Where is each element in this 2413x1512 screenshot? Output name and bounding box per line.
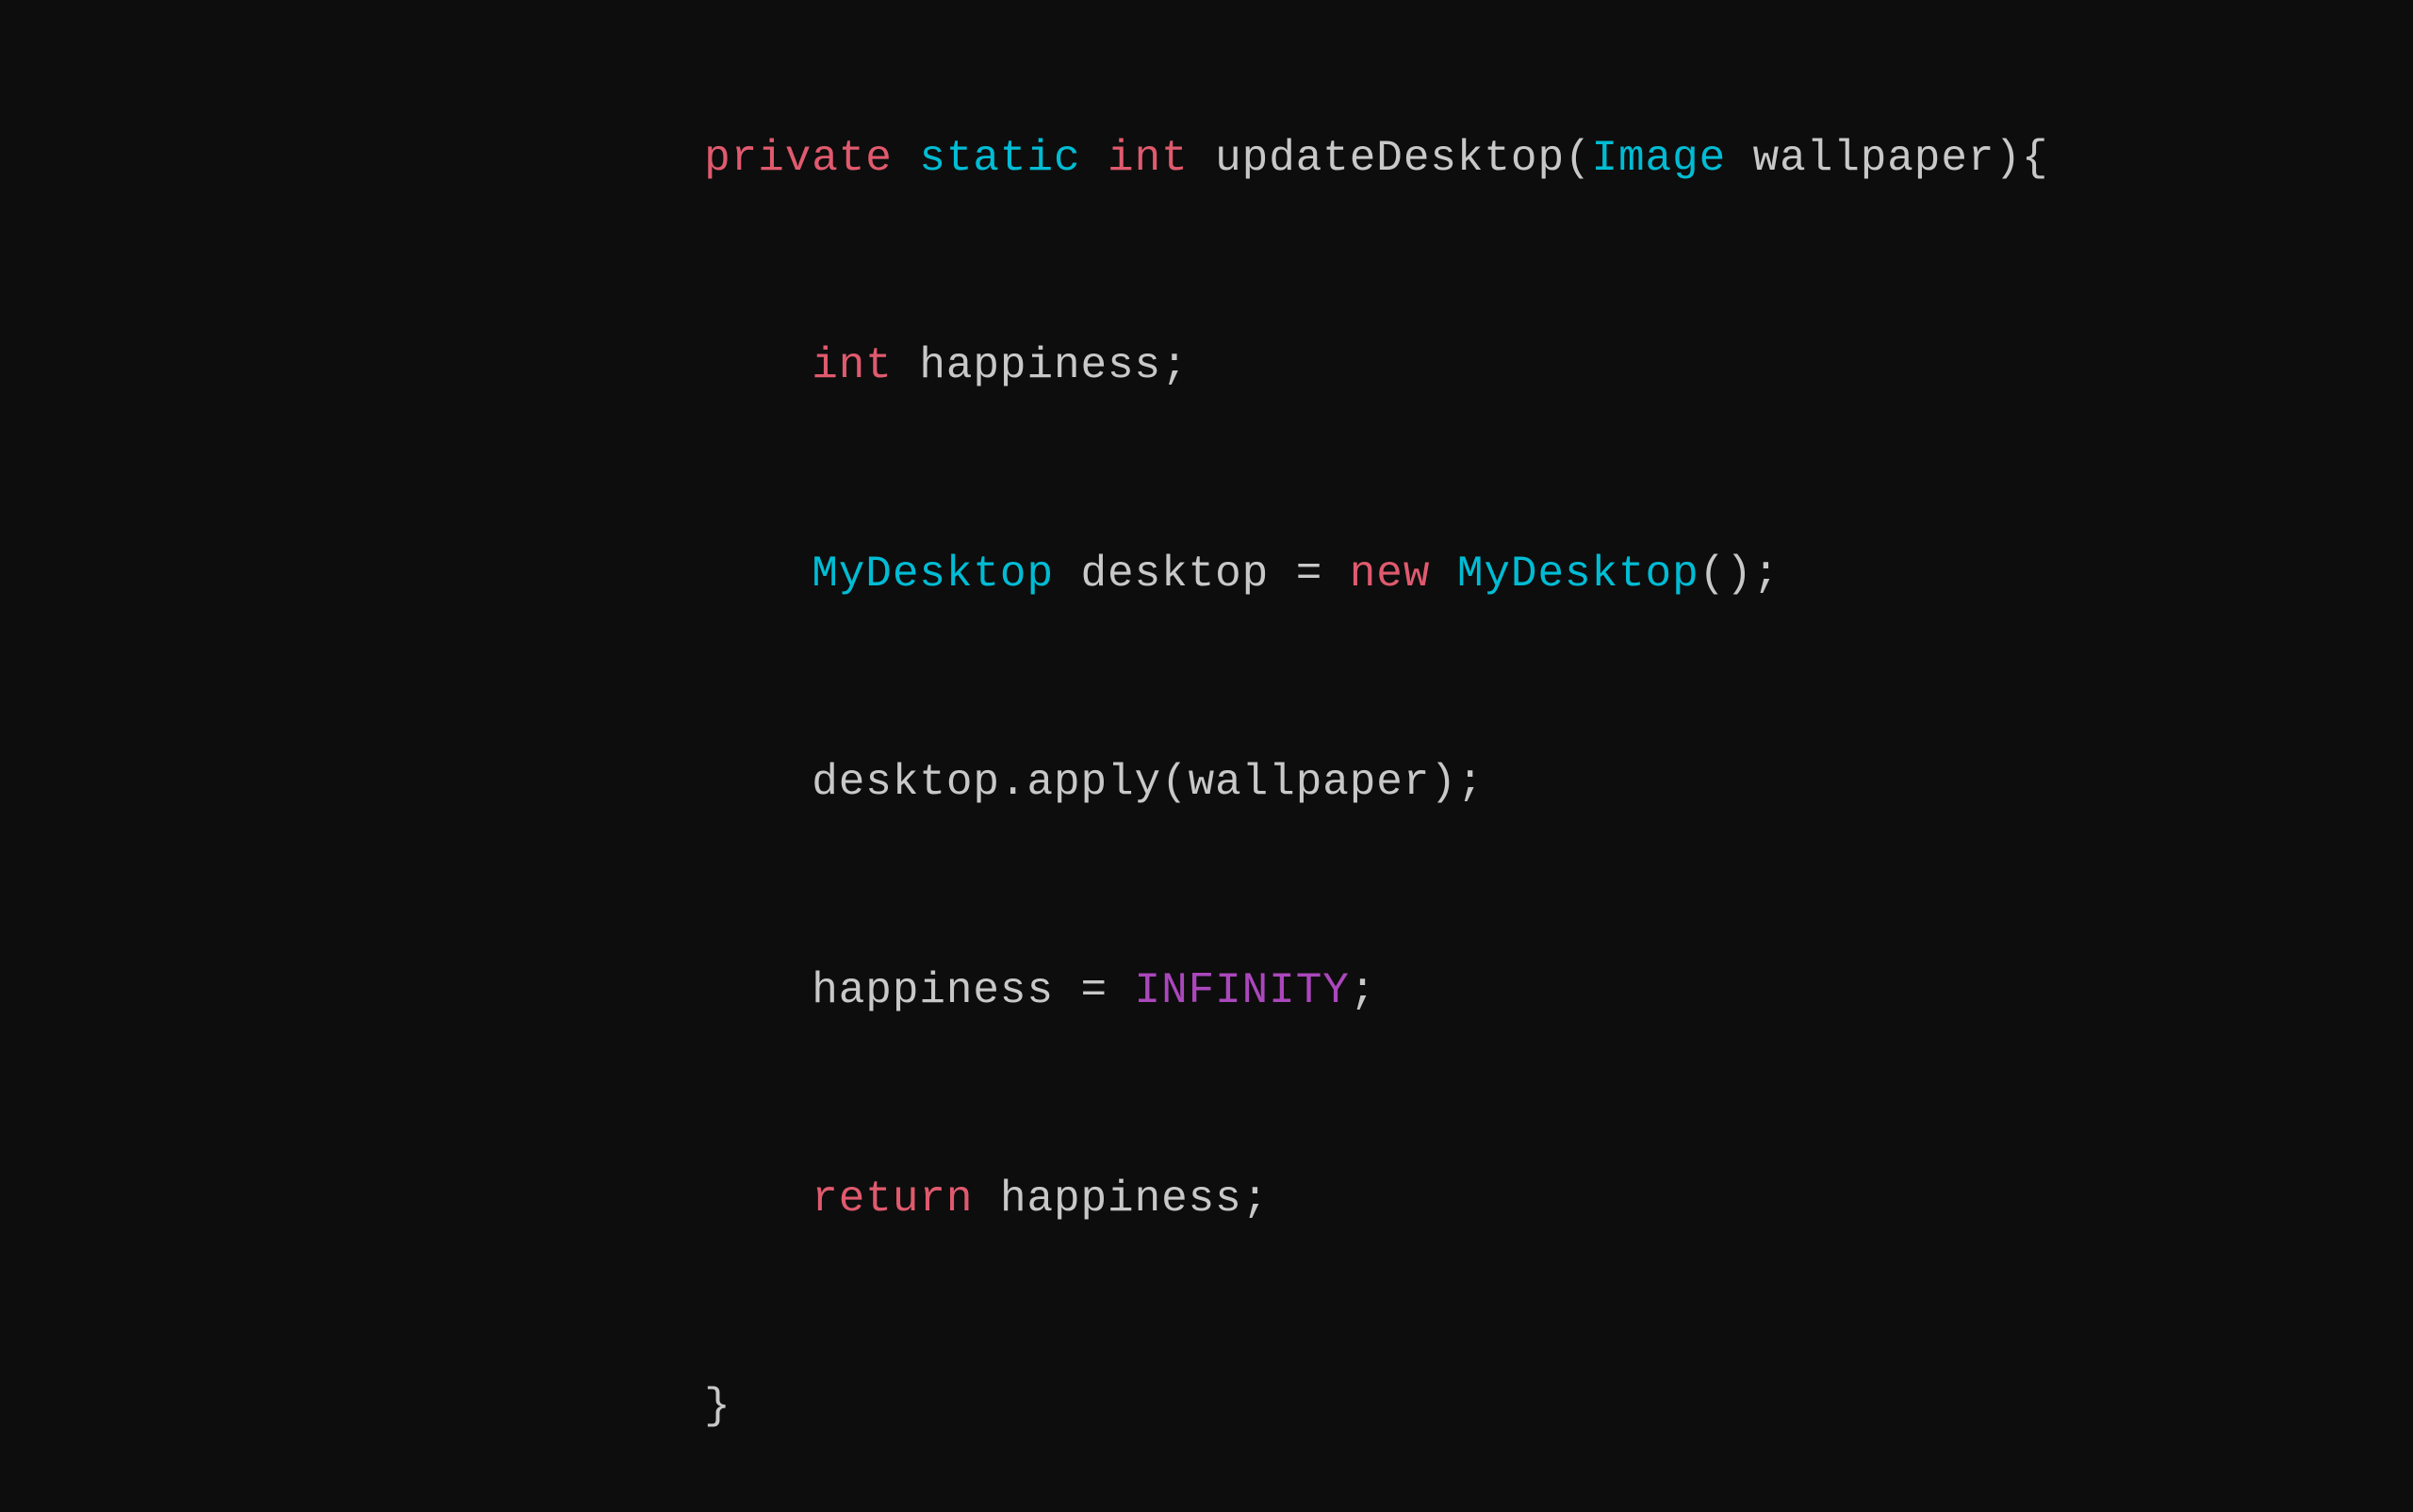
code-line-3: MyDesktop desktop = new MyDesktop();	[597, 471, 2048, 680]
keyword-static: static	[919, 134, 1080, 183]
code-line-1: private static int updateDesktop(Image w…	[597, 55, 2048, 263]
type-image: Image	[1591, 134, 1726, 183]
keyword-return: return	[812, 1175, 973, 1224]
happiness-assign: happiness =	[704, 966, 1134, 1015]
code-block: private static int updateDesktop(Image w…	[597, 55, 2048, 1511]
happiness-decl: happiness;	[893, 342, 1189, 391]
code-line-2: int happiness;	[597, 263, 2048, 471]
code-line-4: desktop.apply(wallpaper);	[597, 680, 2048, 888]
code-line-7: }	[597, 1304, 2048, 1512]
type-mydesktop-new: MyDesktop	[1457, 550, 1699, 599]
code-line-5: happiness = INFINITY;	[597, 887, 2048, 1095]
desktop-assign: desktop =	[1054, 550, 1350, 599]
closing-brace: }	[704, 1382, 731, 1431]
keyword-new: new	[1350, 550, 1431, 599]
param-wallpaper: wallpaper){	[1726, 134, 2048, 183]
apply-call: desktop.apply(wallpaper);	[704, 758, 1484, 807]
constructor-call: ();	[1699, 550, 1781, 599]
type-mydesktop-decl: MyDesktop	[812, 550, 1054, 599]
method-signature: updateDesktop(	[1189, 134, 1592, 183]
code-line-6: return happiness;	[597, 1095, 2048, 1304]
keyword-int-return: int	[1108, 134, 1189, 183]
keyword-int-decl: int	[812, 342, 893, 391]
const-infinity: INFINITY	[1135, 966, 1350, 1015]
return-happiness: happiness;	[973, 1175, 1269, 1224]
keyword-private: private	[704, 134, 893, 183]
